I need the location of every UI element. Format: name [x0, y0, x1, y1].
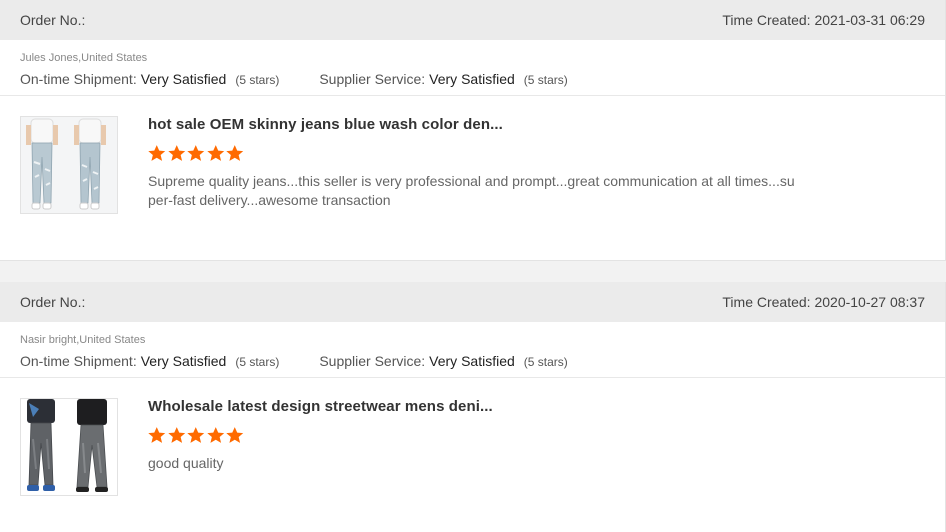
dark-flared-jeans-product-image[interactable] — [20, 398, 118, 496]
order-number-label: Order No.: — [20, 12, 86, 28]
light-wash-jeans-product-image[interactable] — [20, 116, 118, 214]
review-card: Order No.: Time Created: 2020-10-27 08:3… — [0, 282, 946, 532]
review-comment: good quality — [148, 455, 224, 471]
star-icon — [187, 145, 205, 161]
time-created: Time Created: 2021-03-31 06:29 — [722, 12, 925, 28]
time-created: Time Created: 2020-10-27 08:37 — [722, 294, 925, 310]
review-body: Wholesale latest design streetwear mens … — [0, 378, 945, 528]
shipment-star-count: (5 stars) — [235, 355, 280, 369]
service-value: Very Satisfied — [429, 353, 515, 369]
star-icon — [167, 427, 185, 443]
service-star-count: (5 stars) — [523, 355, 568, 369]
star-icon — [148, 145, 166, 161]
service-label: Supplier Service: — [319, 71, 426, 87]
star-icon — [148, 427, 166, 443]
star-icon — [206, 427, 224, 443]
shipment-label: On-time Shipment: — [20, 71, 137, 87]
shipment-rating: On-time Shipment: Very Satisfied (5 star… — [20, 71, 279, 87]
star-icon — [226, 427, 244, 443]
product-title[interactable]: Wholesale latest design streetwear mens … — [148, 398, 493, 415]
service-rating: Supplier Service: Very Satisfied (5 star… — [319, 71, 567, 87]
service-star-count: (5 stars) — [523, 73, 568, 87]
review-comment: Supreme quality jeans...this seller is v… — [148, 173, 795, 208]
buyer-name: Jules Jones,United States — [20, 52, 148, 64]
review-meta: Jules Jones,United States On-time Shipme… — [0, 40, 945, 96]
review-header: Order No.: Time Created: 2020-10-27 08:3… — [0, 282, 945, 322]
shipment-label: On-time Shipment: — [20, 353, 137, 369]
supplier-ratings: On-time Shipment: Very Satisfied (5 star… — [20, 353, 925, 369]
review-body: hot sale OEM skinny jeans blue wash colo… — [0, 96, 945, 246]
review-meta: Nasir bright,United States On-time Shipm… — [0, 322, 945, 378]
star-icon — [187, 427, 205, 443]
shipment-rating: On-time Shipment: Very Satisfied (5 star… — [20, 353, 279, 369]
product-star-rating — [147, 426, 245, 445]
shipment-value: Very Satisfied — [140, 71, 227, 87]
supplier-ratings: On-time Shipment: Very Satisfied (5 star… — [20, 71, 925, 87]
review-header: Order No.: Time Created: 2021-03-31 06:2… — [0, 0, 945, 40]
product-title[interactable]: hot sale OEM skinny jeans blue wash colo… — [148, 116, 503, 133]
star-icon — [226, 145, 244, 161]
review-card: Order No.: Time Created: 2021-03-31 06:2… — [0, 0, 946, 261]
star-icon — [167, 145, 185, 161]
star-icon — [206, 145, 224, 161]
shipment-star-count: (5 stars) — [235, 73, 280, 87]
service-value: Very Satisfied — [429, 71, 515, 87]
service-label: Supplier Service: — [319, 353, 426, 369]
shipment-value: Very Satisfied — [140, 353, 227, 369]
product-star-rating — [147, 144, 245, 163]
service-rating: Supplier Service: Very Satisfied (5 star… — [319, 353, 567, 369]
order-number-label: Order No.: — [20, 294, 86, 310]
buyer-name: Nasir bright,United States — [20, 334, 146, 346]
